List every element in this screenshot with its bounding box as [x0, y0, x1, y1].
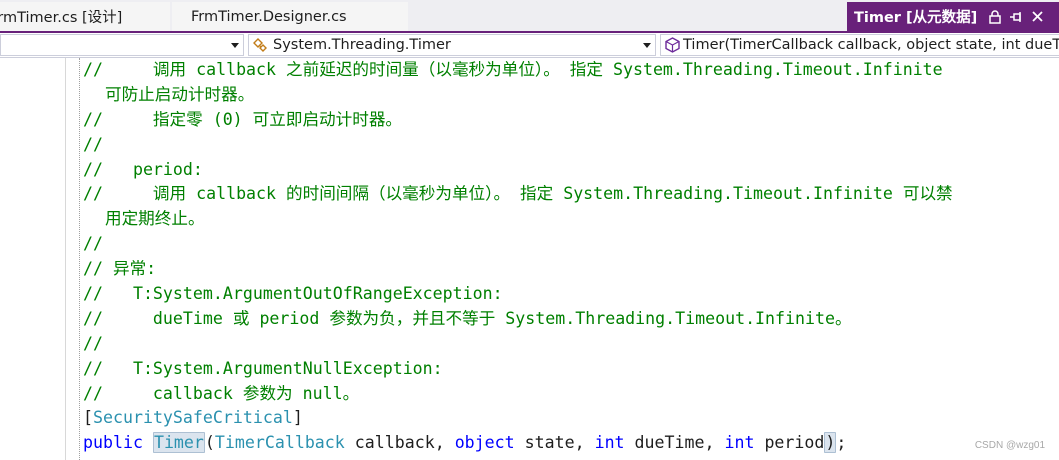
document-tab-strip: FrmTimer.cs [设计] FrmTimer.Designer.cs Ti…: [0, 0, 1059, 33]
param-state: state,: [514, 433, 595, 453]
param-duetime: dueTime,: [624, 433, 725, 453]
code-line: // period:: [83, 159, 203, 179]
bracket-open: [: [83, 408, 93, 428]
code-line: 可防止启动计时器。: [105, 84, 255, 104]
code-line: // callback 参数为 null。: [83, 383, 360, 403]
code-line: // 调用 callback 的时间间隔（以毫秒为单位）。 指定 System.…: [83, 184, 953, 204]
member-dropdown[interactable]: Timer(TimerCallback callback, object sta…: [660, 34, 1059, 56]
chevron-down-icon: [643, 43, 651, 48]
watermark: CSDN @wzg01: [974, 440, 1045, 451]
code-line: // T:System.ArgumentNullException:: [83, 358, 443, 378]
param-period: period: [754, 433, 825, 453]
attribute-line: [SecuritySafeCritical]: [83, 406, 1059, 431]
code-line: // 异常:: [83, 259, 157, 279]
tab-timer-metadata[interactable]: Timer [从元数据]: [847, 2, 1059, 31]
param-callback: callback,: [344, 433, 455, 453]
type-dropdown[interactable]: System.Threading.Timer: [248, 34, 656, 56]
code-editor[interactable]: // 调用 callback 之前延迟的时间量（以毫秒为单位）。 指定 Syst…: [0, 58, 1059, 460]
attribute-name[interactable]: SecuritySafeCritical: [93, 408, 293, 427]
type-dropdown-value: System.Threading.Timer: [273, 37, 451, 53]
navigation-bar: System.Threading.Timer Timer(TimerCallba…: [0, 33, 1059, 58]
code-line: // dueTime 或 period 参数为负，并且不等于 System.Th…: [83, 308, 852, 328]
code-line: //: [83, 333, 103, 353]
tab-label: FrmTimer.Designer.cs: [191, 8, 347, 25]
paren-close: ): [824, 432, 837, 454]
member-dropdown-value: Timer(TimerCallback callback, object sta…: [683, 37, 1059, 53]
code-line: //: [83, 234, 103, 254]
keyword-int: int: [724, 433, 755, 453]
indent-guide: [79, 58, 80, 460]
paren-open: (: [204, 433, 215, 453]
project-dropdown[interactable]: [0, 34, 244, 56]
tab-frmtimer-designer[interactable]: FrmTimer.Designer.cs: [172, 2, 408, 31]
constructor-name[interactable]: Timer: [152, 432, 205, 454]
method-icon: [665, 36, 680, 54]
code-line: // 调用 callback 之前延迟的时间量（以毫秒为单位）。 指定 Syst…: [83, 60, 943, 79]
pin-icon[interactable]: [1007, 8, 1025, 26]
lock-icon: [986, 8, 1004, 26]
keyword-int: int: [594, 433, 625, 453]
tab-label: FrmTimer.cs [设计]: [0, 10, 123, 26]
keyword-public: public: [83, 433, 143, 453]
tab-frmtimer-design[interactable]: FrmTimer.cs [设计]: [0, 2, 170, 31]
chevron-down-icon: [231, 43, 239, 48]
tab-label: Timer [从元数据]: [854, 10, 978, 26]
callback-type[interactable]: TimerCallback: [215, 433, 345, 452]
class-icon: [252, 36, 270, 54]
code-lines: // 调用 callback 之前延迟的时间量（以毫秒为单位）。 指定 Syst…: [83, 58, 1059, 456]
keyword-object: object: [454, 433, 515, 453]
bracket-close: ]: [292, 408, 303, 428]
code-line: // 指定零 (0) 可立即启动计时器。: [83, 109, 403, 129]
semicolon: ;: [836, 433, 847, 453]
code-line: // T:System.ArgumentOutOfRangeException:: [83, 284, 503, 304]
signature-line: public Timer(TimerCallback callback, obj…: [83, 431, 1059, 456]
code-line: //: [83, 134, 103, 154]
close-icon[interactable]: [1028, 8, 1046, 26]
code-line: 用定期终止。: [105, 209, 205, 229]
gutter-separator: [65, 58, 66, 460]
